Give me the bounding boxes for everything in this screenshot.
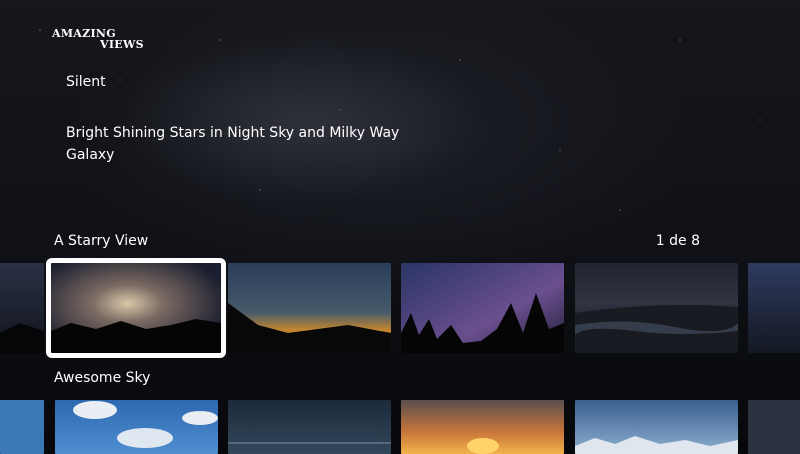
starry-thumbnail-image [748, 263, 800, 353]
milky-way-thumbnail-image [51, 263, 221, 353]
sunset-thumbnail-image [401, 400, 564, 454]
thumbnail-sky-prev-partial[interactable] [0, 400, 44, 454]
thumbnail-milky-way-selected[interactable] [46, 258, 226, 358]
row-title-awesome-sky: Awesome Sky [54, 370, 151, 386]
audio-label: Silent [66, 74, 106, 90]
clouds-thumbnail-image [55, 400, 218, 454]
item-counter: 1 de 8 [655, 233, 700, 249]
forest-thumbnail-image [401, 263, 564, 353]
thumbnail-sky-mountains[interactable] [575, 400, 738, 454]
thumbnail-forest-stars[interactable] [401, 263, 564, 353]
sky-thumbnail-image [748, 400, 800, 454]
night-water-thumbnail-image [228, 400, 391, 454]
starry-thumbnail-image [0, 263, 44, 353]
thumbnail-next-partial[interactable] [748, 263, 800, 353]
thumbnail-sky-clouds[interactable] [55, 400, 218, 454]
row-title-starry: A Starry View [54, 233, 149, 249]
app-logo: AMAZING VIEWS [52, 28, 144, 50]
mountain-sky-thumbnail-image [575, 400, 738, 454]
lake-thumbnail-image [228, 263, 391, 353]
sky-thumbnail-image [0, 400, 44, 454]
thumbnail-sky-night-water[interactable] [228, 400, 391, 454]
thumbnail-sky-next-partial[interactable] [748, 400, 800, 454]
thumbnail-prev-partial[interactable] [0, 263, 44, 353]
ocean-thumbnail-image [575, 263, 738, 353]
thumbnail-row-starry [0, 258, 800, 358]
thumbnail-sky-sunset[interactable] [401, 400, 564, 454]
thumbnail-ocean-night[interactable] [575, 263, 738, 353]
video-description: Bright Shining Stars in Night Sky and Mi… [66, 125, 400, 163]
thumbnail-row-awesome-sky [0, 400, 800, 454]
logo-line-2: VIEWS [100, 38, 144, 51]
thumbnail-lake-dusk[interactable] [228, 263, 391, 353]
